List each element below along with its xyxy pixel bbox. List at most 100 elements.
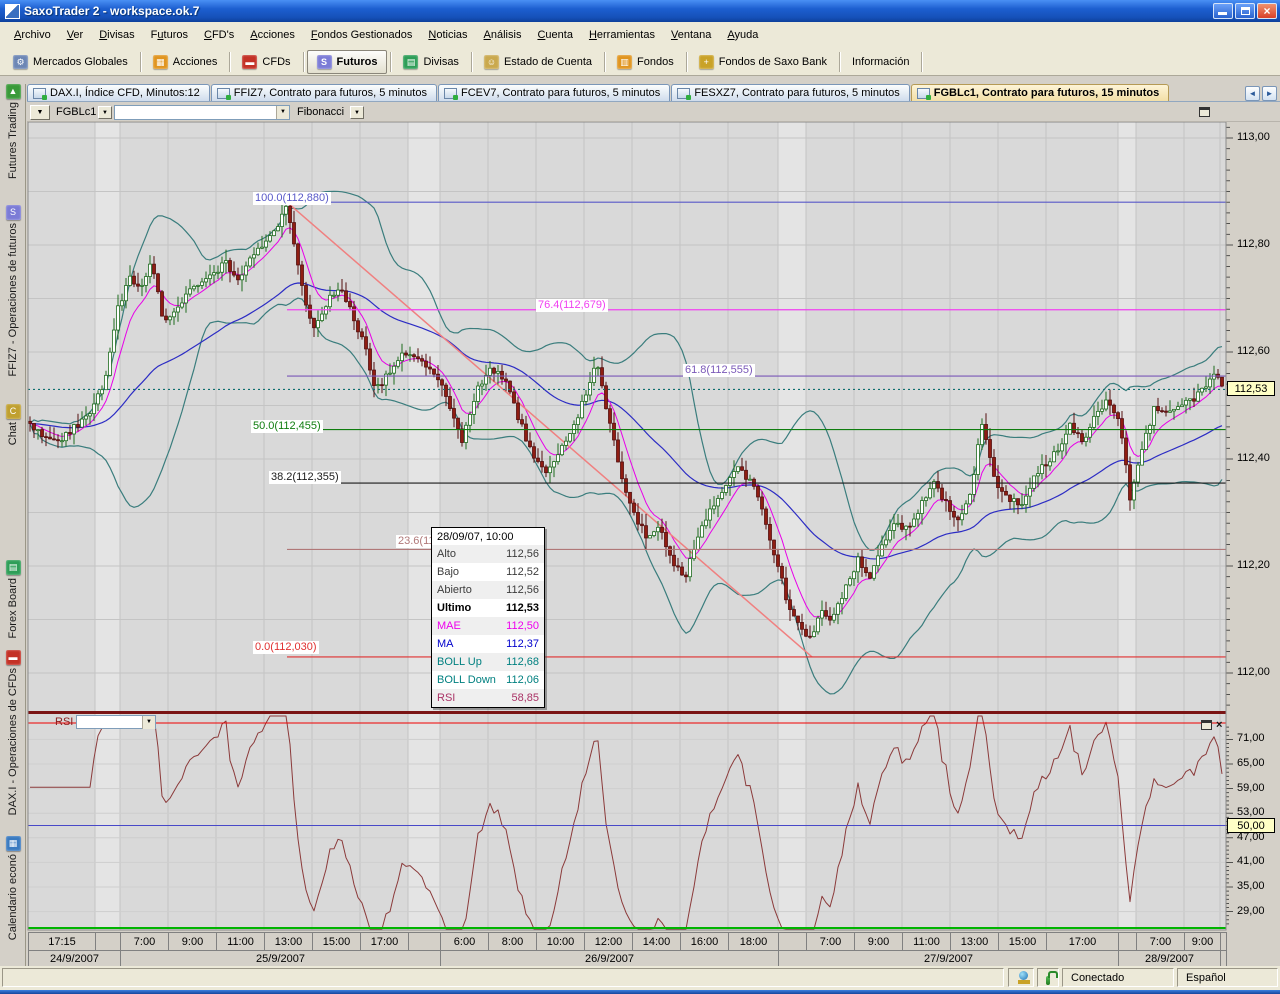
restore-button[interactable] bbox=[1235, 3, 1255, 19]
toolbar-separator bbox=[839, 52, 840, 72]
chart-tab[interactable]: FESXZ7, Contrato para futuros, 5 minutos bbox=[671, 84, 909, 101]
language-status[interactable]: Español bbox=[1177, 968, 1278, 987]
chart-restore-icon[interactable] bbox=[1199, 107, 1210, 117]
sidebar-item-label: Chat bbox=[7, 422, 19, 445]
chart-search-combo[interactable]: ▼ bbox=[114, 105, 290, 120]
toolbar-button-divisas[interactable]: ▤ Divisas bbox=[394, 50, 467, 74]
main-toolbar: ⚙Mercados Globales ▦Acciones ▬ CFDs SFuturos… bbox=[0, 48, 1280, 76]
cfd-order-icon: ▬ bbox=[6, 650, 21, 665]
toolbar-label: Acciones bbox=[173, 56, 218, 68]
connection-status: Conectado bbox=[1062, 968, 1174, 987]
toolbar-label: CFDs bbox=[262, 56, 290, 68]
tab-label: DAX.I, Índice CFD, Minutos:12 bbox=[50, 87, 200, 99]
chart-window-icon bbox=[444, 88, 457, 99]
status-bar: Conectado Español bbox=[0, 966, 1280, 990]
menu-noticias[interactable]: Noticias bbox=[420, 25, 475, 45]
minimize-button[interactable] bbox=[1213, 3, 1233, 19]
estado-de-cuenta-icon: ☺ bbox=[484, 55, 499, 69]
workspace: ▲Futures Trading S FFIZ7 - Operaciones de … bbox=[0, 76, 1280, 966]
rsi-combo-dropdown-icon[interactable]: ▼ bbox=[142, 716, 155, 729]
menu-herramientas[interactable]: Herramientas bbox=[581, 25, 663, 45]
application-window: SaxoTrader 2 - workspace.ok.7 × ArchivoV… bbox=[0, 0, 1280, 994]
chart-tab[interactable]: DAX.I, Índice CFD, Minutos:12 bbox=[27, 84, 210, 101]
menu-acciones[interactable]: Acciones bbox=[242, 25, 303, 45]
sidebar-item-dax-i-operaciones-de-cfds[interactable]: ▬ DAX.I - Operaciones de CFDs bbox=[0, 650, 26, 815]
tab-label: FCEV7, Contrato para futuros, 5 minutos bbox=[461, 87, 660, 99]
rsi-close-icon[interactable]: × bbox=[1216, 720, 1222, 730]
divisas-icon: ▤ bbox=[403, 55, 418, 69]
network-icon bbox=[1017, 971, 1025, 984]
toolbar-button-cfds[interactable]: ▬ CFDs bbox=[233, 50, 299, 74]
toolbar-button-informaci-n[interactable]: Información bbox=[843, 50, 918, 74]
chart-menu-dropdown[interactable]: ▼ bbox=[30, 105, 50, 120]
sidebar-item-ffiz7-operaciones-de-futuros[interactable]: S FFIZ7 - Operaciones de futuros bbox=[0, 205, 26, 376]
sidebar-item-futures-trading[interactable]: ▲Futures Trading bbox=[0, 84, 26, 179]
toolbar-label: Divisas bbox=[423, 56, 458, 68]
menu-an-lisis[interactable]: Análisis bbox=[476, 25, 530, 45]
tab-label: FFIZ7, Contrato para futuros, 5 minutos bbox=[234, 87, 427, 99]
toolbar-label: Fondos bbox=[637, 56, 674, 68]
toolbar-button-estado-de-cuenta[interactable]: ☺Estado de Cuenta bbox=[475, 50, 601, 74]
close-button[interactable]: × bbox=[1257, 3, 1277, 19]
sidebar-item-label: FFIZ7 - Operaciones de futuros bbox=[7, 223, 19, 376]
menu-ayuda[interactable]: Ayuda bbox=[719, 25, 766, 45]
toolbar-button-fondos-de-saxo-bank[interactable]: +Fondos de Saxo Bank bbox=[690, 50, 836, 74]
tab-scroll-left-icon[interactable]: ◄ bbox=[1245, 86, 1260, 101]
symbol-dropdown-icon[interactable]: ▼ bbox=[98, 106, 112, 119]
chart-tab[interactable]: FFIZ7, Contrato para futuros, 5 minutos bbox=[211, 84, 437, 101]
fondos-saxo-icon: + bbox=[699, 55, 714, 69]
chart-tab[interactable]: FGBLc1, Contrato para futuros, 15 minuto… bbox=[911, 84, 1170, 101]
menu-divisas[interactable]: Divisas bbox=[91, 25, 142, 45]
security-panel bbox=[1037, 968, 1059, 987]
menu-archivo[interactable]: Archivo bbox=[6, 25, 59, 45]
tab-scroll-right-icon[interactable]: ► bbox=[1262, 86, 1277, 101]
menu-cfd-s[interactable]: CFD's bbox=[196, 25, 242, 45]
rsi-combo[interactable]: ▼ bbox=[76, 715, 156, 729]
chart-window-icon bbox=[33, 88, 46, 99]
sidebar-item-calendario-econ-[interactable]: ▦ Calendario econó bbox=[0, 836, 26, 940]
menu-cuenta[interactable]: Cuenta bbox=[529, 25, 580, 45]
forex-board-icon: ▤ bbox=[6, 560, 21, 575]
toolbar-button-acciones[interactable]: ▦Acciones bbox=[144, 50, 227, 74]
study-dropdown-icon[interactable]: ▼ bbox=[350, 106, 364, 119]
toolbar-button-futuros[interactable]: SFuturos bbox=[307, 50, 388, 74]
sidebar-item-label: Calendario econó bbox=[7, 854, 19, 940]
toolbar-label: Información bbox=[852, 56, 909, 68]
chart-window-icon bbox=[217, 88, 230, 99]
toolbar-separator bbox=[686, 52, 687, 72]
toolbar-separator bbox=[303, 52, 304, 72]
window-bottom-border bbox=[0, 990, 1280, 994]
sidebar: ▲Futures Trading S FFIZ7 - Operaciones de … bbox=[0, 84, 26, 966]
toolbar-button-mercados-globales[interactable]: ⚙Mercados Globales bbox=[4, 50, 137, 74]
sidebar-item-forex-board[interactable]: ▤ Forex Board bbox=[0, 560, 26, 639]
futures-trading-icon: ▲ bbox=[6, 84, 21, 99]
calendar-icon: ▦ bbox=[6, 836, 21, 851]
menu-ventana[interactable]: Ventana bbox=[663, 25, 719, 45]
toolbar-separator bbox=[471, 52, 472, 72]
futures-order-icon: S bbox=[6, 205, 21, 220]
chat-icon: C bbox=[6, 404, 21, 419]
combo-dropdown-icon[interactable]: ▼ bbox=[276, 106, 289, 119]
menu-fondos-gestionados[interactable]: Fondos Gestionados bbox=[303, 25, 421, 45]
window-title: SaxoTrader 2 - workspace.ok.7 bbox=[24, 4, 1211, 18]
futuros-icon: S bbox=[317, 55, 332, 69]
sidebar-item-chat[interactable]: C Chat bbox=[0, 404, 26, 445]
status-message-panel bbox=[2, 968, 1004, 987]
title-bar: SaxoTrader 2 - workspace.ok.7 × bbox=[0, 0, 1280, 22]
toolbar-separator bbox=[390, 52, 391, 72]
toolbar-button-fondos[interactable]: ▥ Fondos bbox=[608, 50, 683, 74]
sidebar-item-label: Forex Board bbox=[7, 578, 19, 639]
sidebar-item-label: DAX.I - Operaciones de CFDs bbox=[7, 668, 19, 815]
fondos-icon: ▥ bbox=[617, 55, 632, 69]
rsi-restore-icon[interactable] bbox=[1201, 720, 1212, 730]
app-icon bbox=[5, 4, 20, 19]
chart-tab[interactable]: FCEV7, Contrato para futuros, 5 minutos bbox=[438, 84, 670, 101]
cfds-icon: ▬ bbox=[242, 55, 257, 69]
tab-scroll-buttons: ◄ ► bbox=[1245, 86, 1277, 101]
chart-tab-strip: DAX.I, Índice CFD, Minutos:12 FFIZ7, Cont… bbox=[27, 84, 1280, 102]
toolbar-separator bbox=[140, 52, 141, 72]
menu-ver[interactable]: Ver bbox=[59, 25, 92, 45]
chart-window-icon bbox=[917, 88, 930, 99]
toolbar-separator bbox=[229, 52, 230, 72]
menu-futuros[interactable]: Futuros bbox=[143, 25, 196, 45]
